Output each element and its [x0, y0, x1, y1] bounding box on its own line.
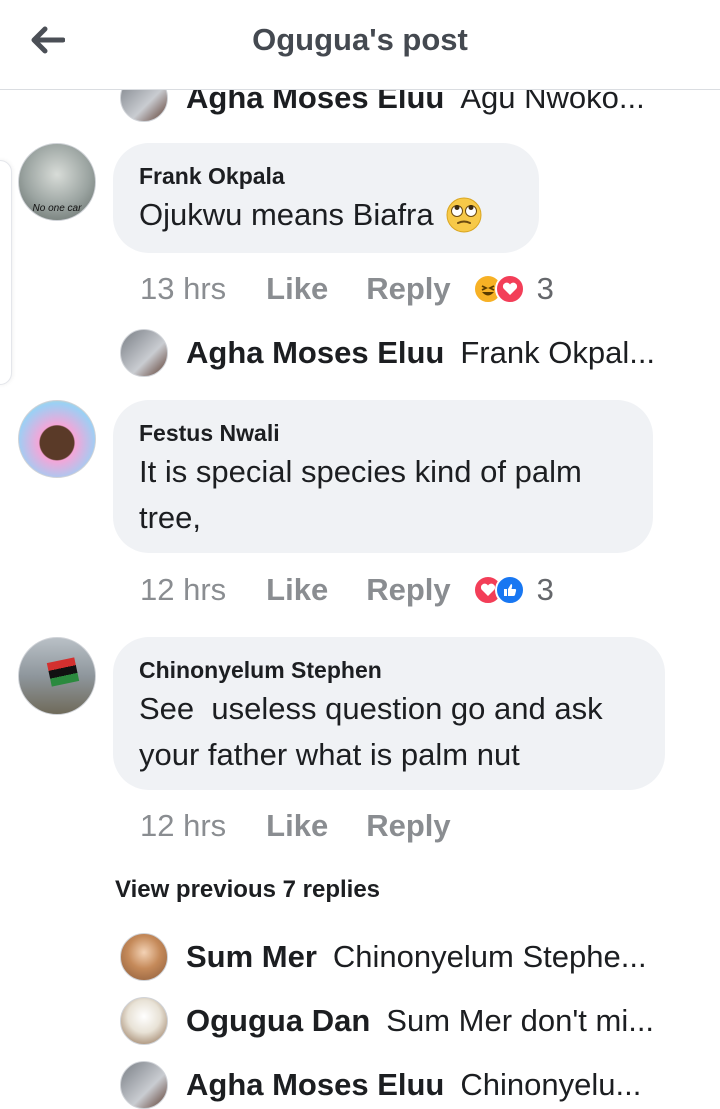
like-button[interactable]: Like — [266, 271, 328, 307]
comment-bubble[interactable]: Festus Nwali It is special species kind … — [113, 400, 653, 553]
comment-author[interactable]: Frank Okpala — [139, 163, 513, 190]
side-card — [0, 160, 12, 385]
reaction-count: 3 — [536, 271, 554, 306]
reply-text[interactable]: Chinonyelum Stephe... — [333, 939, 647, 975]
comment-text: Ojukwu means Biafra — [139, 192, 513, 238]
comment-bubble[interactable]: Chinonyelum Stephen See useless question… — [113, 637, 665, 790]
like-button[interactable]: Like — [266, 808, 328, 844]
avatar[interactable] — [120, 329, 168, 377]
view-previous-replies-link[interactable]: View previous 7 replies — [115, 876, 380, 904]
reply-text[interactable]: Frank Okpal... — [460, 335, 655, 371]
reply-text[interactable]: Chinonyelu... — [460, 1067, 641, 1103]
reply-author[interactable]: Ogugua Dan — [186, 1003, 370, 1039]
reaction-summary[interactable]: 3 — [472, 572, 554, 608]
comment-author[interactable]: Festus Nwali — [139, 420, 627, 447]
love-reaction-icon — [494, 274, 525, 304]
like-button[interactable]: Like — [266, 572, 328, 608]
comment-bubble[interactable]: Frank Okpala Ojukwu means Biafra — [113, 143, 539, 253]
comment-author[interactable]: Chinonyelum Stephen — [139, 657, 639, 684]
like-reaction-icon — [494, 575, 525, 605]
comment-line: your father what is palm nut — [139, 737, 520, 772]
comment-text: See useless question go and ask your fat… — [139, 686, 639, 778]
avatar[interactable] — [18, 400, 96, 478]
avatar[interactable] — [120, 933, 168, 981]
avatar-caption: No one car — [32, 203, 82, 214]
flag-icon — [46, 657, 80, 687]
avatar[interactable] — [120, 1061, 168, 1109]
reaction-summary[interactable]: 3 — [472, 271, 554, 307]
reply-row[interactable]: Agha Moses Eluu Frank Okpal... — [120, 327, 680, 379]
reply-row[interactable]: Ogugua Dan Sum Mer don't mi... — [120, 995, 680, 1047]
comment-time[interactable]: 13 hrs — [140, 271, 226, 307]
reply-button[interactable]: Reply — [366, 572, 450, 608]
top-bar: Ogugua's post — [0, 0, 720, 90]
comment-actions: 12 hrs Like Reply — [140, 806, 451, 846]
reply-button[interactable]: Reply — [366, 808, 450, 844]
reaction-count: 3 — [536, 572, 554, 607]
comment-actions: 12 hrs Like Reply 3 — [140, 570, 554, 610]
comment-line: It is special species kind of palm — [139, 454, 582, 489]
comment-line: See useless question go and ask — [139, 691, 603, 726]
reply-text[interactable]: Sum Mer don't mi... — [386, 1003, 654, 1039]
reply-author[interactable]: Agha Moses Eluu — [186, 335, 444, 371]
avatar[interactable] — [18, 637, 96, 715]
comment-time[interactable]: 12 hrs — [140, 808, 226, 844]
comment-actions: 13 hrs Like Reply 3 — [140, 269, 554, 309]
reply-author[interactable]: Agha Moses Eluu — [186, 1067, 444, 1103]
reply-button[interactable]: Reply — [366, 271, 450, 307]
eye-roll-emoji-icon — [446, 197, 482, 233]
avatar[interactable] — [120, 997, 168, 1045]
avatar[interactable]: No one car — [18, 143, 96, 221]
reply-row[interactable]: Agha Moses Eluu Chinonyelu... — [120, 1059, 680, 1109]
comment-line: Ojukwu means Biafra — [139, 197, 434, 232]
page-title: Ogugua's post — [252, 22, 468, 57]
comment-time[interactable]: 12 hrs — [140, 572, 226, 608]
reply-author[interactable]: Sum Mer — [186, 939, 317, 975]
comment-line: tree, — [139, 500, 202, 535]
reply-row[interactable]: Sum Mer Chinonyelum Stephe... — [120, 931, 680, 983]
comment-text: It is special species kind of palm tree, — [139, 449, 627, 541]
